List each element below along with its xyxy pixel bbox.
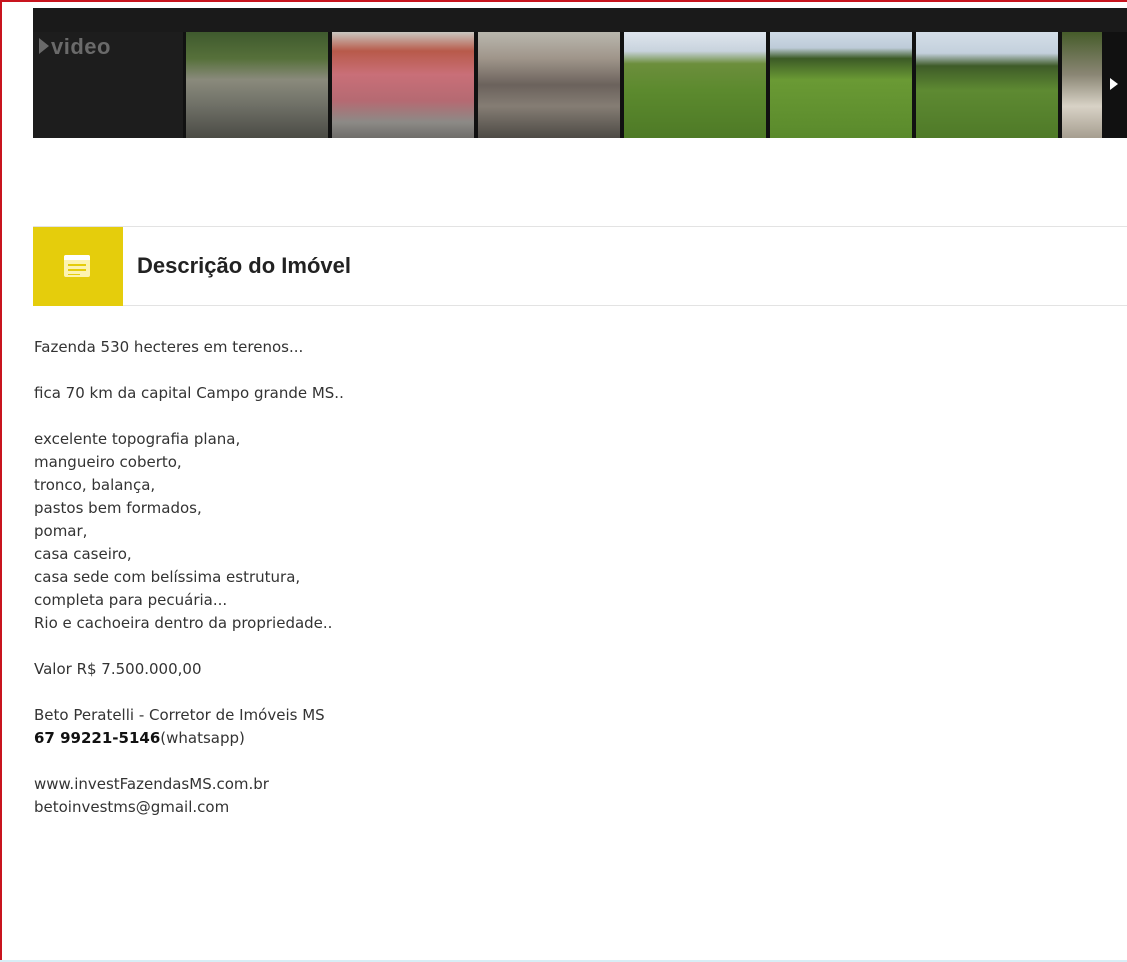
feature-item: casa caseiro, bbox=[34, 545, 132, 563]
video-label: video bbox=[51, 34, 111, 59]
feature-item: pastos bem formados, bbox=[34, 499, 202, 517]
gallery-thumbnail-pasture-1[interactable] bbox=[624, 32, 766, 138]
gallery-thumbnail-pasture-3[interactable] bbox=[916, 32, 1058, 138]
website-link[interactable]: www.investFazendasMS.com.br bbox=[34, 775, 269, 793]
feature-item: casa sede com belíssima estrutura, bbox=[34, 568, 301, 586]
gallery-top-bar bbox=[33, 8, 1127, 32]
gallery-thumbnail-river[interactable] bbox=[186, 32, 328, 138]
feature-item: tronco, balança, bbox=[34, 476, 156, 494]
description-location: fica 70 km da capital Campo grande MS.. bbox=[34, 384, 344, 402]
gallery-thumbnail-waterfall[interactable] bbox=[1062, 32, 1102, 138]
price-text: Valor R$ 7.500.000,00 bbox=[34, 660, 202, 678]
video-thumbnail[interactable]: video bbox=[33, 32, 183, 138]
phone-suffix: (whatsapp) bbox=[160, 729, 245, 747]
property-description: Fazenda 530 hecteres em terenos... fica … bbox=[34, 336, 1114, 819]
feature-item: excelente topografia plana, bbox=[34, 430, 241, 448]
feature-item: pomar, bbox=[34, 522, 88, 540]
feature-item: completa para pecuária... bbox=[34, 591, 228, 609]
gallery-thumbnail-house[interactable] bbox=[332, 32, 474, 138]
video-play-icon bbox=[39, 38, 49, 54]
feature-item: mangueiro coberto, bbox=[34, 453, 182, 471]
phone-number: 67 99221-5146 bbox=[34, 729, 161, 747]
play-arrow-icon bbox=[1110, 78, 1118, 90]
description-section-header: Descrição do Imóvel bbox=[33, 226, 1127, 306]
agent-name: Beto Peratelli - Corretor de Imóveis MS bbox=[34, 706, 325, 724]
section-title: Descrição do Imóvel bbox=[137, 253, 351, 278]
photo-gallery-strip: video bbox=[33, 8, 1127, 138]
feature-item: Rio e cachoeira dentro da propriedade.. bbox=[34, 614, 333, 632]
contact-line: 67 99221-5146(whatsapp) bbox=[34, 727, 1114, 750]
description-intro: Fazenda 530 hecteres em terenos... bbox=[34, 338, 304, 356]
gallery-thumbnail-patio[interactable] bbox=[478, 32, 620, 138]
document-list-icon bbox=[64, 255, 90, 277]
gallery-next-button[interactable] bbox=[1102, 32, 1127, 138]
gallery-thumbnail-pasture-2[interactable] bbox=[770, 32, 912, 138]
section-icon-box bbox=[33, 227, 123, 306]
email-link[interactable]: betoinvestms@gmail.com bbox=[34, 798, 229, 816]
